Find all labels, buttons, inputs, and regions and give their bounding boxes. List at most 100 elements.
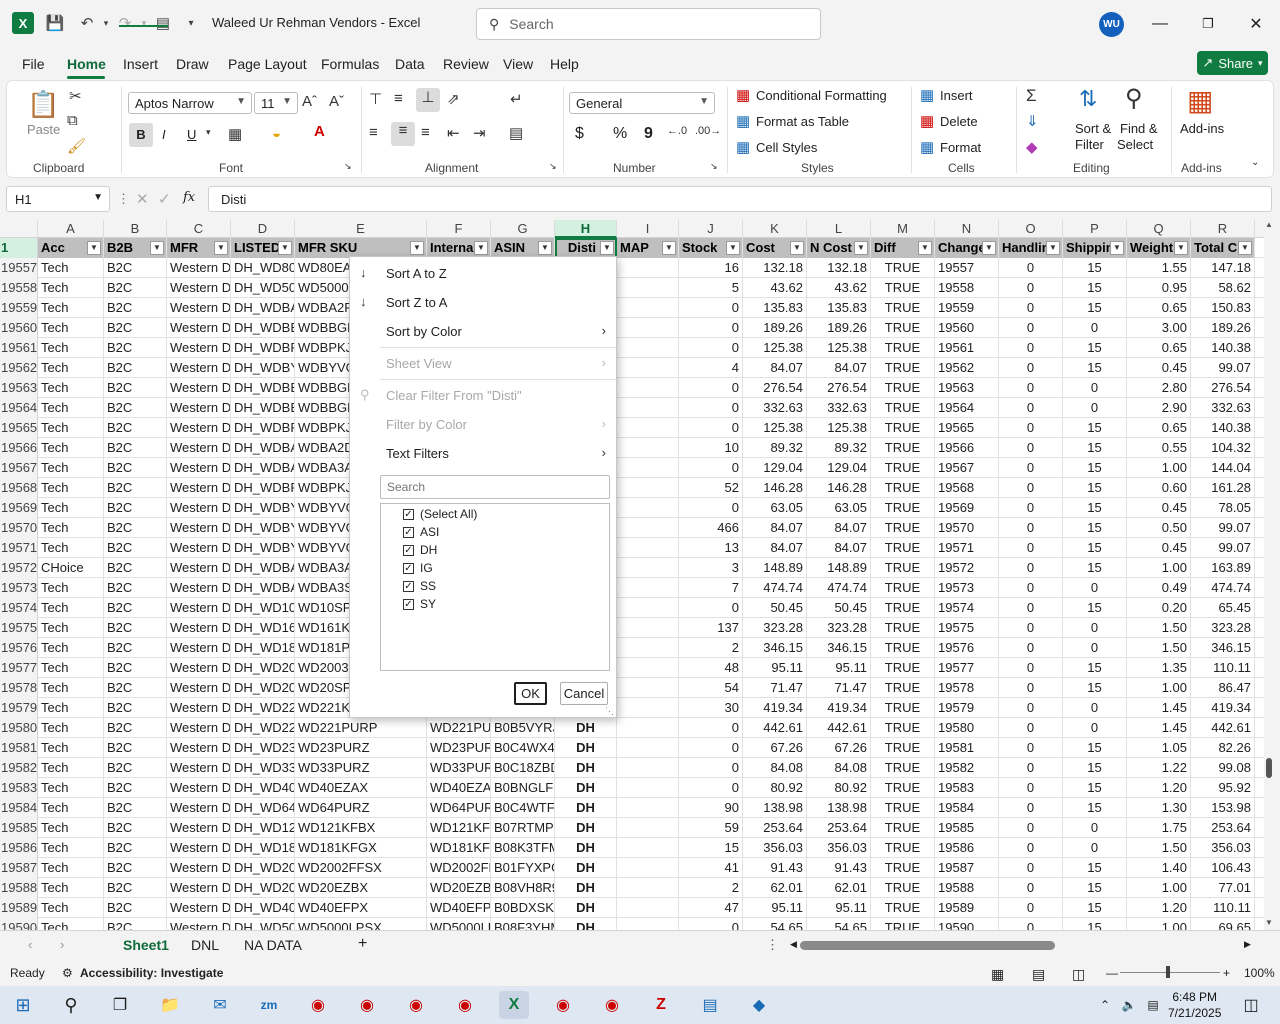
table-cell[interactable]: Western D bbox=[167, 798, 231, 818]
table-cell[interactable]: 125.38 bbox=[743, 418, 807, 438]
table-cell[interactable]: 0 bbox=[679, 338, 743, 358]
row-number[interactable]: 19580 bbox=[0, 718, 38, 738]
filter-by-color-item[interactable]: Filter by Color bbox=[386, 417, 467, 432]
table-cell[interactable]: WD221PU bbox=[427, 718, 491, 738]
table-cell[interactable]: B07RTMPV bbox=[491, 818, 555, 838]
table-cell[interactable]: 150.83 bbox=[1191, 298, 1255, 318]
table-cell[interactable]: 43.62 bbox=[807, 278, 871, 298]
filter-dropdown-icon[interactable]: ▼ bbox=[982, 241, 996, 255]
table-cell[interactable]: B2C bbox=[104, 338, 167, 358]
addins-button[interactable]: Add-ins bbox=[1180, 121, 1224, 136]
table-cell[interactable]: 15 bbox=[1063, 658, 1127, 678]
share-button[interactable]: ↗ Share ▾ bbox=[1197, 51, 1268, 75]
table-cell[interactable]: 474.74 bbox=[743, 578, 807, 598]
table-cell[interactable]: 0 bbox=[999, 818, 1063, 838]
table-cell[interactable]: B2C bbox=[104, 558, 167, 578]
table-cell[interactable]: B2C bbox=[104, 678, 167, 698]
table-cell[interactable]: 0 bbox=[999, 918, 1063, 930]
increase-font-icon[interactable]: Aˆ bbox=[302, 93, 317, 110]
table-cell[interactable]: 0 bbox=[999, 518, 1063, 538]
row-number[interactable]: 19583 bbox=[0, 778, 38, 798]
table-cell[interactable]: B0C4WX4Y bbox=[491, 738, 555, 758]
table-cell[interactable]: 15 bbox=[1063, 778, 1127, 798]
currency-button[interactable]: $ bbox=[575, 125, 584, 143]
table-cell[interactable]: CHoice bbox=[38, 558, 104, 578]
table-cell[interactable]: DH bbox=[555, 718, 617, 738]
table-cell[interactable]: 0 bbox=[1063, 398, 1127, 418]
table-cell[interactable]: 0 bbox=[999, 578, 1063, 598]
table-cell[interactable] bbox=[617, 338, 679, 358]
fill-icon[interactable]: ⇓ bbox=[1026, 112, 1039, 130]
table-cell[interactable]: 15 bbox=[1063, 298, 1127, 318]
table-cell[interactable] bbox=[617, 538, 679, 558]
table-cell[interactable]: 0.65 bbox=[1127, 418, 1191, 438]
table-cell[interactable]: 52 bbox=[679, 478, 743, 498]
more-options-icon[interactable]: ⋮ bbox=[766, 937, 779, 953]
table-cell[interactable]: WD181KFC bbox=[427, 838, 491, 858]
table-cell[interactable]: B2C bbox=[104, 358, 167, 378]
table-cell[interactable]: B01FYXPG bbox=[491, 858, 555, 878]
table-cell[interactable]: 84.07 bbox=[743, 358, 807, 378]
name-box[interactable]: H1 ▼ bbox=[6, 186, 110, 212]
table-cell[interactable]: 19574 bbox=[935, 598, 999, 618]
collapse-ribbon-icon[interactable]: ⌄ bbox=[1251, 157, 1259, 168]
table-cell[interactable]: 78.05 bbox=[1191, 498, 1255, 518]
table-cell[interactable] bbox=[617, 478, 679, 498]
filter-value-item[interactable]: ✓ (Select All) bbox=[403, 505, 477, 523]
table-cell[interactable]: 99.07 bbox=[1191, 518, 1255, 538]
table-cell[interactable]: 19566 bbox=[935, 438, 999, 458]
table-cell[interactable]: DH_WDBP bbox=[231, 338, 295, 358]
table-cell[interactable]: Tech bbox=[38, 578, 104, 598]
table-cell[interactable]: Tech bbox=[38, 438, 104, 458]
table-cell[interactable]: 137 bbox=[679, 618, 743, 638]
table-cell[interactable]: 135.83 bbox=[743, 298, 807, 318]
table-cell[interactable]: 13 bbox=[679, 538, 743, 558]
table-cell[interactable] bbox=[617, 898, 679, 918]
filter-dropdown-icon[interactable]: ▼ bbox=[1046, 241, 1060, 255]
table-cell[interactable]: 71.47 bbox=[743, 678, 807, 698]
table-cell[interactable]: 19581 bbox=[935, 738, 999, 758]
table-cell[interactable]: 138.98 bbox=[807, 798, 871, 818]
resize-grip-icon[interactable]: ⋱ bbox=[605, 706, 614, 717]
table-cell[interactable]: Tech bbox=[38, 358, 104, 378]
table-cell[interactable]: B0BNGLFE bbox=[491, 778, 555, 798]
column-header[interactable]: B bbox=[104, 220, 167, 238]
row-number[interactable]: 19569 bbox=[0, 498, 38, 518]
table-cell[interactable]: B2C bbox=[104, 878, 167, 898]
table-cell[interactable]: WD40EFPX bbox=[295, 898, 427, 918]
table-cell[interactable]: WD23PUR bbox=[427, 738, 491, 758]
row-number[interactable]: 19558 bbox=[0, 278, 38, 298]
table-cell[interactable]: 0 bbox=[999, 498, 1063, 518]
table-cell[interactable]: B2C bbox=[104, 478, 167, 498]
file-explorer-icon[interactable]: 📁 bbox=[155, 991, 185, 1019]
filter-value-item[interactable]: ✓ DH bbox=[403, 541, 437, 559]
conditional-formatting-button[interactable]: Conditional Formatting bbox=[756, 88, 887, 103]
bold-button[interactable]: B bbox=[129, 123, 153, 147]
table-cell[interactable]: 15 bbox=[1063, 458, 1127, 478]
table-cell[interactable]: B2C bbox=[104, 858, 167, 878]
table-cell[interactable]: 0 bbox=[999, 678, 1063, 698]
table-cell[interactable]: 474.74 bbox=[807, 578, 871, 598]
table-cell[interactable]: 0 bbox=[1063, 618, 1127, 638]
table-cell[interactable] bbox=[617, 778, 679, 798]
worksheet-grid[interactable]: A B C D E F G H I J K L M N O P Q R 1 Ac… bbox=[0, 220, 1264, 930]
table-cell[interactable]: B08K3TFM bbox=[491, 838, 555, 858]
column-header[interactable]: A bbox=[38, 220, 104, 238]
chrome-icon[interactable]: ◉ bbox=[450, 991, 480, 1019]
table-cell[interactable]: 135.83 bbox=[807, 298, 871, 318]
insert-function-icon[interactable]: fx bbox=[183, 190, 195, 205]
customize-toolbar-icon[interactable]: ▾ bbox=[180, 12, 202, 34]
table-cell[interactable]: 356.03 bbox=[743, 838, 807, 858]
row-number[interactable]: 19574 bbox=[0, 598, 38, 618]
table-cell[interactable]: B0C18ZBD bbox=[491, 758, 555, 778]
filter-dropdown-icon[interactable]: ▼ bbox=[410, 241, 424, 255]
cell-styles-icon[interactable]: ▦ bbox=[736, 138, 750, 156]
checkbox-checked-icon[interactable]: ✓ bbox=[403, 598, 414, 610]
row-number[interactable]: 19563 bbox=[0, 378, 38, 398]
table-cell[interactable]: 95.11 bbox=[807, 898, 871, 918]
table-cell[interactable]: 80.92 bbox=[807, 778, 871, 798]
table-cell[interactable]: Western D bbox=[167, 438, 231, 458]
table-cell[interactable]: TRUE bbox=[871, 258, 935, 278]
table-cell[interactable]: 65.45 bbox=[1191, 598, 1255, 618]
table-cell[interactable]: 67.26 bbox=[743, 738, 807, 758]
